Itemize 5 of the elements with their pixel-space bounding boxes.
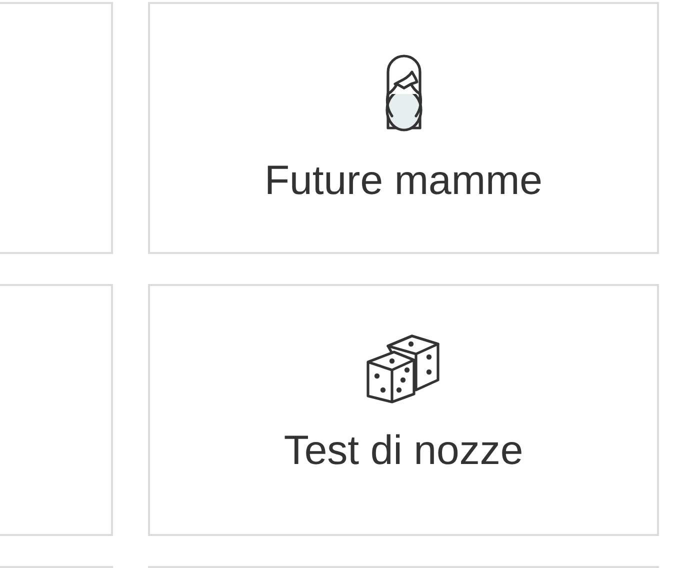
card[interactable] [0,2,113,254]
card[interactable] [0,284,113,536]
category-card[interactable]: Test di nozze [148,284,659,536]
category-card[interactable]: Future mamme [148,2,659,254]
dice-icon [366,332,442,404]
